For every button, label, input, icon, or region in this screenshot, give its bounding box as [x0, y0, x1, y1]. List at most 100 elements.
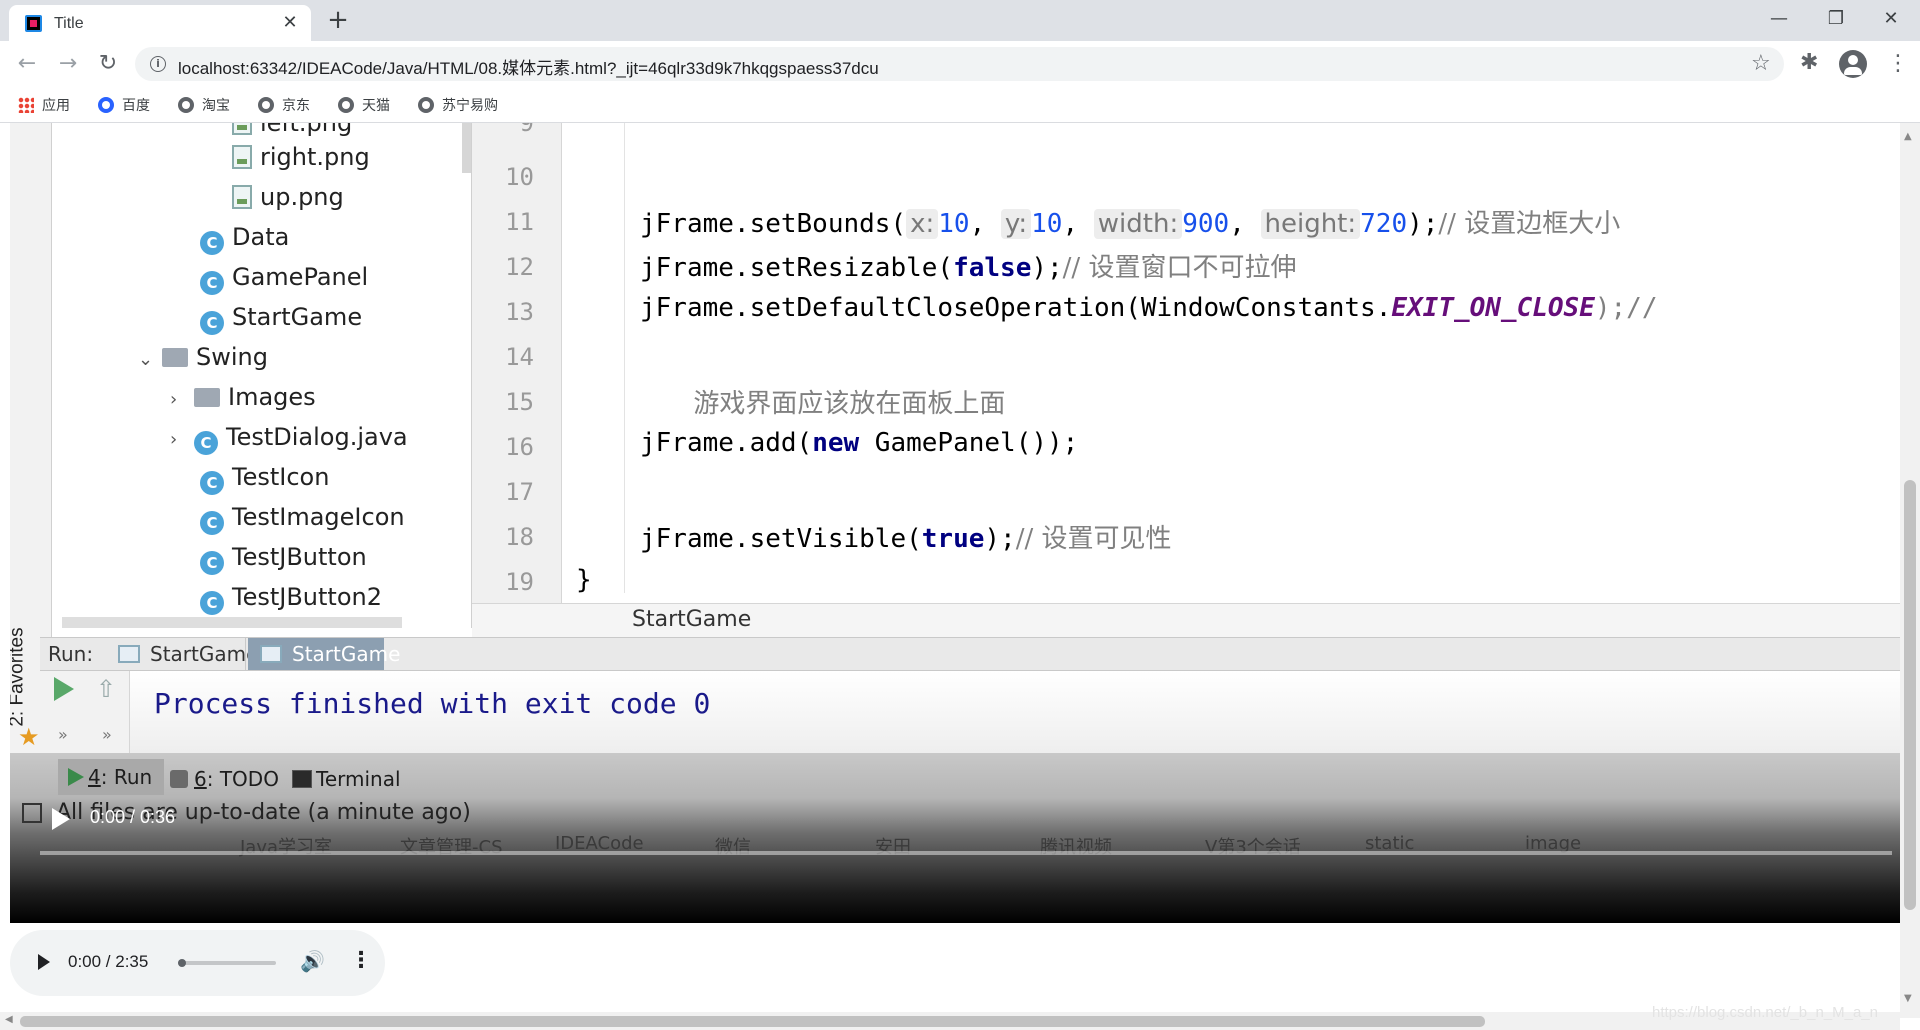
- code-line-13: jFrame.setDefaultCloseOperation(WindowCo…: [640, 293, 1657, 323]
- page-vertical-scrollbar[interactable]: ▲ ▼: [1900, 123, 1920, 1018]
- java-runnable-class-icon: C: [194, 431, 218, 455]
- scroll-left-arrow-icon[interactable]: ◀: [5, 1014, 13, 1025]
- vertical-scroll-thumb[interactable]: [1904, 480, 1916, 910]
- scroll-down-arrow-icon[interactable]: ▼: [1904, 993, 1912, 1004]
- param-hint: height:: [1260, 209, 1361, 239]
- video-time: 0:00 / 0:36: [90, 807, 176, 827]
- param-hint: width:: [1093, 209, 1183, 239]
- image-file-icon: [232, 123, 252, 135]
- tree-item[interactable]: › C TestDialog.java: [170, 423, 408, 459]
- tree-item-label: GamePanel: [232, 263, 369, 291]
- code-line-18: jFrame.setVisible(true);// 设置可见性: [640, 518, 1172, 555]
- url-text[interactable]: localhost:63342/IDEACode/Java/HTML/08.媒体…: [178, 54, 879, 79]
- maximize-button[interactable]: ❐: [1808, 0, 1864, 38]
- run-label: Run:: [48, 642, 94, 666]
- favorites-label: 2: Favorites: [10, 627, 28, 727]
- more-actions-icon[interactable]: »: [58, 725, 68, 744]
- audio-seek-thumb[interactable]: [178, 959, 186, 967]
- tree-item-label: Swing: [196, 343, 268, 371]
- taskbar-ghost-item: 腾讯视频: [1040, 837, 1112, 858]
- console-output: Process finished with exit code 0: [154, 687, 711, 720]
- tree-item-label: Images: [228, 383, 316, 411]
- volume-icon[interactable]: 🔊: [300, 949, 325, 973]
- arrow-up-icon[interactable]: ⇧: [96, 675, 116, 703]
- code-line-12: jFrame.setResizable(false);// 设置窗口不可拉伸: [640, 247, 1296, 284]
- horizontal-scroll-thumb[interactable]: [20, 1016, 1485, 1027]
- chevron-right-icon[interactable]: ›: [170, 429, 194, 450]
- video-player[interactable]: 2: Favorites ★ left.png right.png up.png…: [10, 123, 1900, 923]
- tree-item-label: left.png: [260, 123, 353, 137]
- tree-item[interactable]: C GamePanel: [200, 263, 368, 299]
- java-runnable-class-icon: C: [200, 311, 224, 335]
- bookmark-label: 天猫: [362, 98, 390, 114]
- browser-toolbar: ← → ↻ i localhost:63342/IDEACode/Java/HT…: [0, 41, 1920, 87]
- bookmark-star-icon[interactable]: ☆: [1751, 51, 1771, 76]
- audio-play-button[interactable]: [38, 954, 50, 970]
- bookmark-taobao[interactable]: 淘宝: [178, 95, 230, 115]
- bookmark-suning[interactable]: 苏宁易购: [418, 95, 498, 115]
- browser-menu-icon[interactable]: ⋮: [1887, 50, 1909, 78]
- chevron-right-icon[interactable]: ›: [170, 389, 194, 410]
- bookmark-apps[interactable]: 应用: [18, 95, 70, 115]
- tree-item[interactable]: right.png: [232, 143, 370, 179]
- video-progress-bar[interactable]: [40, 851, 1892, 855]
- tree-item[interactable]: C StartGame: [200, 303, 362, 339]
- chevron-down-icon[interactable]: ⌄: [138, 349, 162, 370]
- minimize-button[interactable]: —: [1751, 0, 1807, 38]
- address-bar[interactable]: i localhost:63342/IDEACode/Java/HTML/08.…: [135, 47, 1784, 81]
- code-comment: // 设置边框大小: [1438, 209, 1621, 239]
- scroll-up-arrow-icon[interactable]: ▲: [1904, 131, 1912, 142]
- video-play-button[interactable]: [52, 808, 70, 830]
- code-text: );//: [1594, 293, 1658, 323]
- todo-toolwindow-button[interactable]: 6: TODO: [170, 764, 279, 794]
- profile-avatar-icon[interactable]: [1839, 50, 1867, 78]
- tree-item[interactable]: C TestJButton2: [200, 583, 382, 619]
- more-actions-icon[interactable]: »: [102, 725, 112, 744]
- site-info-icon[interactable]: i: [150, 56, 166, 72]
- back-button[interactable]: ←: [13, 50, 41, 78]
- tree-item[interactable]: C TestImageIcon: [200, 503, 405, 539]
- audio-time: 0:00 / 2:35: [68, 952, 149, 971]
- tab-close-icon[interactable]: ✕: [279, 12, 301, 34]
- java-runnable-class-icon: C: [200, 511, 224, 535]
- status-toggle-icon[interactable]: [22, 803, 42, 823]
- tree-item[interactable]: left.png: [232, 123, 352, 145]
- reload-button[interactable]: ↻: [94, 50, 122, 78]
- code-editor[interactable]: jFrame.setBounds(x: 10, y: 10, width: 900, …: [562, 123, 1900, 603]
- tree-item[interactable]: ⌄ Swing: [138, 343, 268, 379]
- run-tab-startgame[interactable]: StartGame: [106, 638, 258, 670]
- code-line-19: }: [576, 565, 592, 595]
- bookmark-baidu[interactable]: 百度: [98, 95, 150, 115]
- code-keyword: new: [812, 428, 860, 458]
- globe-icon: [258, 97, 274, 113]
- run-config-icon: [118, 645, 140, 663]
- tree-horizontal-scrollbar[interactable]: [62, 617, 402, 628]
- tree-item[interactable]: C TestIcon: [200, 463, 329, 499]
- bookmark-jd[interactable]: 京东: [258, 95, 310, 115]
- bookmark-label: 百度: [122, 98, 150, 114]
- tree-item[interactable]: › Images: [170, 383, 316, 419]
- page-horizontal-scrollbar[interactable]: ◀: [0, 1012, 1900, 1030]
- run-config-icon: [260, 645, 282, 663]
- run-tab-startgame-active[interactable]: StartGame: [248, 638, 400, 670]
- breadcrumb-item[interactable]: StartGame: [632, 607, 751, 632]
- tool-window-label: Terminal: [316, 767, 401, 791]
- tree-item[interactable]: C TestJButton: [200, 543, 367, 579]
- bookmark-tmall[interactable]: 天猫: [338, 95, 390, 115]
- terminal-toolwindow-button[interactable]: Terminal: [292, 764, 401, 794]
- forward-button[interactable]: →: [54, 50, 82, 78]
- close-window-button[interactable]: ✕: [1863, 0, 1919, 38]
- new-tab-button[interactable]: +: [324, 7, 352, 35]
- extensions-icon[interactable]: ✱: [1800, 50, 1818, 75]
- tree-item[interactable]: up.png: [232, 183, 344, 219]
- audio-menu-icon[interactable]: ⋮: [350, 948, 372, 973]
- tree-scrollbar[interactable]: [462, 123, 471, 173]
- code-text: );: [984, 524, 1016, 554]
- audio-seek-bar[interactable]: [178, 959, 276, 967]
- rerun-icon[interactable]: [54, 677, 74, 701]
- line-number: 12: [505, 253, 534, 281]
- tree-item[interactable]: C Data: [200, 223, 289, 259]
- bookmark-label: 淘宝: [202, 98, 230, 114]
- run-toolwindow-button[interactable]: 4: Run: [58, 759, 165, 795]
- browser-tab[interactable]: Title ✕: [9, 5, 311, 41]
